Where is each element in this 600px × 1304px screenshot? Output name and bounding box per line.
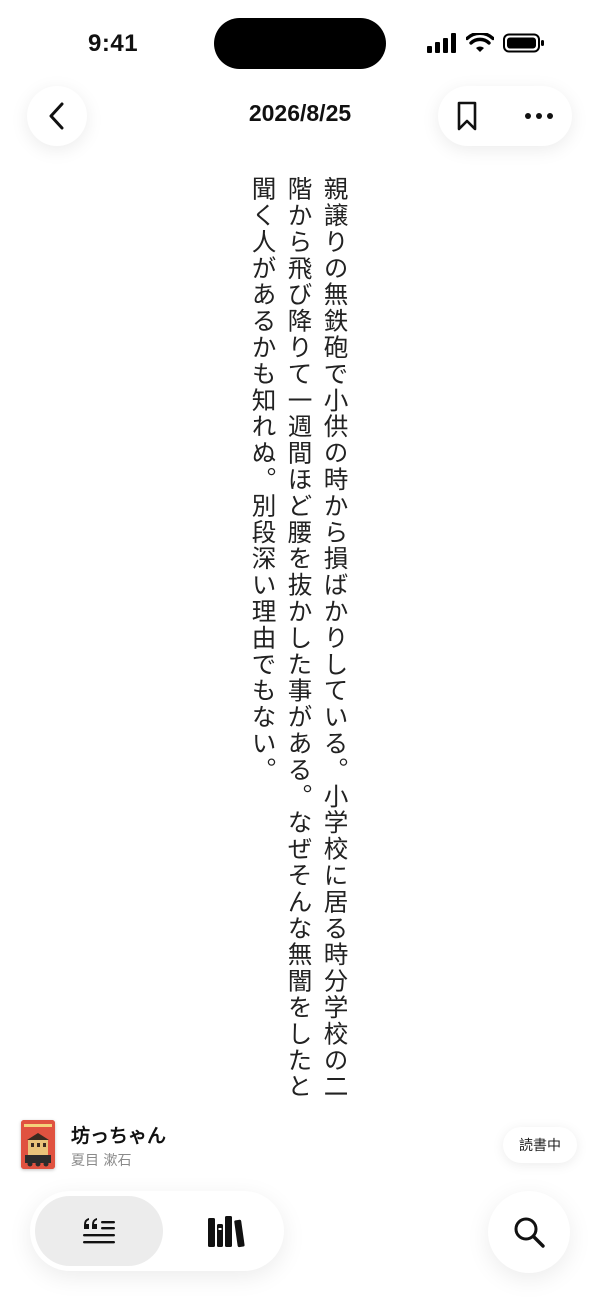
book-cover[interactable] — [21, 1120, 55, 1169]
dynamic-island — [214, 18, 386, 69]
tab-bar — [30, 1191, 284, 1271]
header-actions — [438, 86, 572, 146]
tab-quotes[interactable] — [35, 1196, 163, 1266]
status-icons — [427, 33, 545, 53]
more-horizontal-icon — [525, 113, 553, 119]
search-icon — [514, 1217, 545, 1248]
book-author: 夏目 漱石 — [71, 1153, 132, 1169]
cellular-signal-icon — [427, 33, 456, 53]
more-button[interactable] — [524, 112, 554, 120]
battery-icon — [503, 33, 544, 53]
bookmark-icon — [457, 101, 477, 131]
status-time: 9:41 — [88, 30, 139, 57]
bookmark-button[interactable] — [456, 100, 478, 132]
wifi-icon — [466, 33, 494, 52]
quote-list-icon — [83, 1218, 115, 1244]
reading-text: 親譲りの無鉄砲で小供の時から損ばかりしている。小学校に居る時分学校の二階から飛び… — [248, 176, 349, 1100]
search-button[interactable] — [488, 1191, 570, 1273]
tab-library[interactable] — [175, 1196, 279, 1266]
book-title[interactable]: 坊っちゃん — [71, 1121, 166, 1148]
books-icon — [208, 1216, 245, 1248]
reading-status-badge[interactable]: 読書中 — [503, 1127, 577, 1163]
book-cover-illustration — [21, 1120, 55, 1169]
